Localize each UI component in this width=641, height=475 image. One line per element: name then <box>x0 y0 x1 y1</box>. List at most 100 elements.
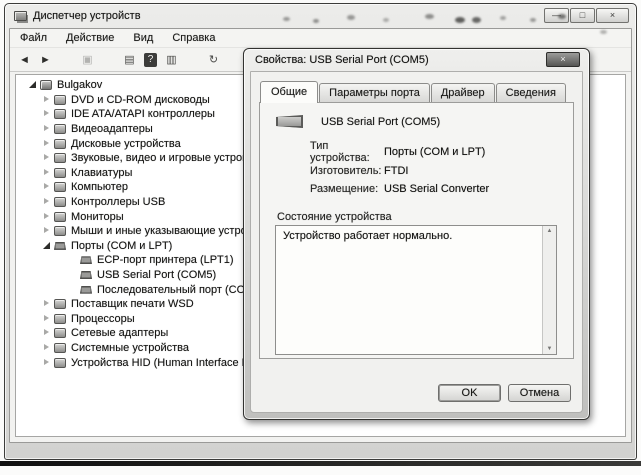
field-value: FTDI <box>384 165 408 177</box>
expander-icon[interactable] <box>42 328 53 338</box>
scan-artifact <box>313 19 319 23</box>
processor-icon <box>54 314 66 324</box>
expander-icon[interactable] <box>42 241 53 251</box>
tree-item-label: Видеоадаптеры <box>71 123 153 135</box>
device-info-row: Размещение: USB Serial Converter <box>310 180 561 199</box>
expander-icon[interactable] <box>42 182 53 192</box>
expander-icon[interactable] <box>42 197 53 207</box>
dialog-tabs: Общие Параметры порта Драйвер Сведения <box>260 80 567 102</box>
sound-video-game-icon <box>54 153 66 163</box>
device-manager-app-icon <box>14 11 27 21</box>
tree-item-label: Поставщик печати WSD <box>71 298 194 310</box>
tree-item-label: ECP-порт принтера (LPT1) <box>97 254 234 266</box>
maximize-button[interactable]: □ <box>570 8 595 23</box>
tab-driver[interactable]: Драйвер <box>431 83 495 102</box>
dialog-titlebar[interactable]: Свойства: USB Serial Port (COM5) × <box>244 49 589 71</box>
scan-artifact <box>383 18 389 22</box>
expander-icon[interactable] <box>68 285 79 295</box>
keyboard-icon <box>54 168 66 178</box>
com-port-icon <box>80 271 92 279</box>
properties-button[interactable]: ▤ <box>119 50 140 69</box>
window-title: Диспетчер устройств <box>33 10 141 22</box>
forward-button[interactable]: ► <box>35 50 56 69</box>
toolbar-separator[interactable] <box>98 50 119 69</box>
expander-icon[interactable] <box>42 226 53 236</box>
field-value: USB Serial Converter <box>384 183 489 195</box>
dvd-drive-icon <box>54 95 66 105</box>
tree-item-label: Дисковые устройства <box>71 138 181 150</box>
show-hide-console-tree-button[interactable]: ▣ <box>77 50 98 69</box>
device-info-fields: Тип устройства: Порты (COM и LPT) Изгото… <box>310 143 561 199</box>
computer-icon <box>54 182 66 192</box>
ok-button[interactable]: OK <box>438 384 501 402</box>
device-status-textbox[interactable]: Устройство работает нормально. ▲ ▼ <box>275 225 557 355</box>
dialog-close-button[interactable]: × <box>546 52 580 67</box>
expander-icon[interactable] <box>28 80 39 90</box>
menu-action[interactable]: Действие <box>64 31 116 45</box>
system-devices-icon <box>54 343 66 353</box>
expander-icon[interactable] <box>42 358 53 368</box>
menu-view[interactable]: Вид <box>131 31 155 45</box>
tree-item-label: DVD и CD-ROM дисководы <box>71 94 210 106</box>
scroll-up-icon[interactable]: ▲ <box>547 228 553 234</box>
properties-dialog: Свойства: USB Serial Port (COM5) × Общие… <box>243 48 590 420</box>
scroll-down-icon[interactable]: ▼ <box>547 346 553 352</box>
usb-controller-icon <box>54 197 66 207</box>
menu-help[interactable]: Справка <box>170 31 217 45</box>
cancel-button[interactable]: Отмена <box>508 384 571 402</box>
expander-icon[interactable] <box>68 255 79 265</box>
scan-artifact <box>530 18 536 22</box>
expander-icon[interactable] <box>42 168 53 178</box>
computer-icon <box>40 80 52 90</box>
device-info-row: Изготовитель: FTDI <box>310 162 561 181</box>
scan-artifact <box>455 17 465 23</box>
menu-file[interactable]: Файл <box>18 31 49 45</box>
tab-port-settings[interactable]: Параметры порта <box>319 83 430 102</box>
expander-icon[interactable] <box>42 124 53 134</box>
field-label: Размещение: <box>310 183 384 195</box>
lpt-port-icon <box>80 256 92 264</box>
dialog-body: Общие Параметры порта Драйвер Сведения U… <box>250 71 583 413</box>
device-header: USB Serial Port (COM5) <box>276 115 440 128</box>
scan-artifact <box>500 16 506 20</box>
expander-icon[interactable] <box>42 139 53 149</box>
field-value: Порты (COM и LPT) <box>384 146 485 158</box>
disk-drive-icon <box>54 139 66 149</box>
toolbar-separator[interactable] <box>224 50 245 69</box>
hid-devices-icon <box>54 358 66 368</box>
expander-icon[interactable] <box>42 299 53 309</box>
tree-item-label: Мониторы <box>71 211 124 223</box>
monitor-icon <box>54 212 66 222</box>
scan-artifact <box>283 17 290 21</box>
expander-icon[interactable] <box>42 95 53 105</box>
expander-icon[interactable] <box>42 343 53 353</box>
expander-icon[interactable] <box>42 153 53 163</box>
list-view-button[interactable]: ▥ <box>161 50 182 69</box>
tree-item-label: Порты (COM и LPT) <box>71 240 172 252</box>
status-scrollbar[interactable]: ▲ ▼ <box>542 226 556 354</box>
page-bottom-edge <box>0 461 641 466</box>
back-button[interactable]: ◄ <box>14 50 35 69</box>
scan-hardware-changes-button[interactable]: ↻ <box>203 50 224 69</box>
tree-item-label: Процессоры <box>71 313 135 325</box>
toolbar-separator[interactable] <box>182 50 203 69</box>
tree-item-label: Контроллеры USB <box>71 196 165 208</box>
expander-icon[interactable] <box>68 270 79 280</box>
scan-artifact <box>600 30 607 34</box>
expander-icon[interactable] <box>42 109 53 119</box>
menu-bar: Файл Действие Вид Справка <box>10 29 631 48</box>
device-info-row: Тип устройства: Порты (COM и LPT) <box>310 143 561 162</box>
close-button[interactable]: × <box>596 8 629 23</box>
help-button[interactable]: ? <box>140 50 161 69</box>
expander-icon[interactable] <box>42 314 53 324</box>
print-provider-icon <box>54 299 66 309</box>
tab-details[interactable]: Сведения <box>496 83 566 102</box>
toolbar-separator[interactable] <box>56 50 77 69</box>
mouse-icon <box>54 226 66 236</box>
titlebar[interactable]: Диспетчер устройств — □ × <box>5 4 636 28</box>
expander-icon[interactable] <box>42 212 53 222</box>
tab-general[interactable]: Общие <box>260 81 318 103</box>
device-name: USB Serial Port (COM5) <box>321 116 440 128</box>
scan-artifact <box>472 17 481 23</box>
device-status-group-label: Состояние устройства <box>277 211 392 223</box>
